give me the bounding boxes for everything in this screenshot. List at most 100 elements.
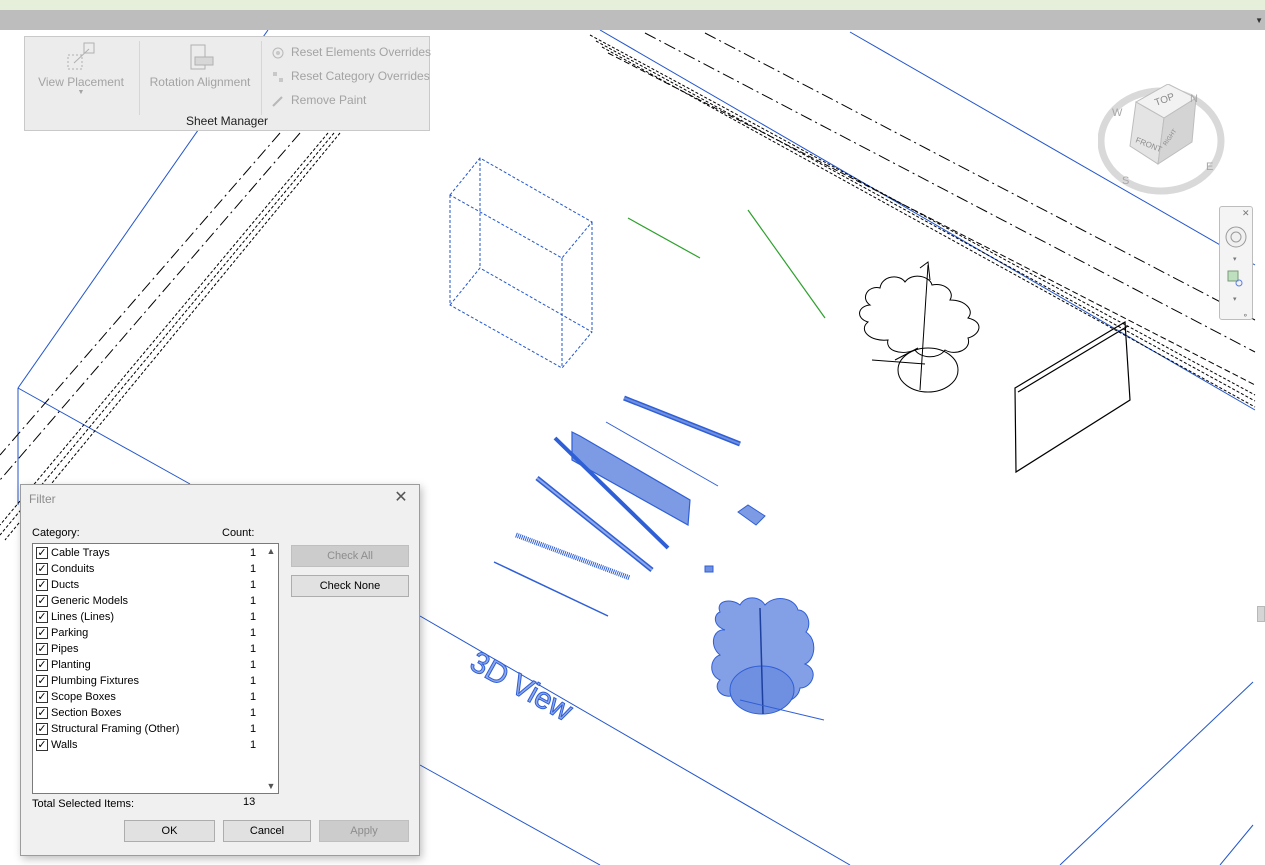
ribbon-panel-title: Sheet Manager bbox=[185, 114, 269, 128]
close-icon[interactable]: ✕ bbox=[1242, 208, 1250, 218]
category-name: Pipes bbox=[51, 643, 79, 655]
ribbon-divider bbox=[261, 41, 262, 115]
model-lines[interactable] bbox=[627, 209, 826, 319]
category-checkbox[interactable]: ✓ bbox=[36, 659, 48, 671]
view-tab-bar: ▼ bbox=[0, 10, 1265, 30]
category-count: 1 bbox=[250, 611, 257, 623]
apply-button[interactable]: Apply bbox=[319, 820, 409, 842]
dialog-title: Filter bbox=[29, 492, 56, 506]
category-row[interactable]: ✓ Walls 1 bbox=[33, 737, 265, 753]
rotation-alignment-label: Rotation Alignment bbox=[149, 75, 251, 89]
scroll-handle[interactable] bbox=[1257, 606, 1265, 622]
chevron-down-icon[interactable]: ▼ bbox=[264, 779, 278, 793]
category-checkbox[interactable]: ✓ bbox=[36, 563, 48, 575]
planting-unselected[interactable] bbox=[859, 261, 980, 393]
chevron-down-icon[interactable]: ▾ bbox=[1233, 256, 1237, 263]
category-row[interactable]: ✓ Parking 1 bbox=[33, 625, 265, 641]
category-row[interactable]: ✓ Conduits 1 bbox=[33, 561, 265, 577]
total-selected-value: 13 bbox=[243, 796, 256, 808]
category-row[interactable]: ✓ Plumbing Fixtures 1 bbox=[33, 673, 265, 689]
3d-view-label[interactable]: 3D View bbox=[464, 645, 579, 729]
category-count: 1 bbox=[250, 707, 257, 719]
category-count: 1 bbox=[250, 563, 257, 575]
steering-wheel-icon[interactable] bbox=[1225, 226, 1247, 248]
filter-dialog: Filter ✕ Category: Count: ✓ Cable Trays 1 ✓… bbox=[20, 484, 420, 856]
category-checkbox[interactable]: ✓ bbox=[36, 643, 48, 655]
category-checkbox[interactable]: ✓ bbox=[36, 691, 48, 703]
scope-box[interactable] bbox=[449, 157, 593, 369]
remove-paint-button[interactable]: Remove Paint bbox=[271, 90, 366, 110]
category-name: Ducts bbox=[51, 579, 80, 591]
category-checkbox[interactable]: ✓ bbox=[36, 579, 48, 591]
category-row[interactable]: ✓ Cable Trays 1 bbox=[33, 545, 265, 561]
category-count: 1 bbox=[250, 643, 257, 655]
category-count: 1 bbox=[250, 547, 257, 559]
reset-category-overrides-label: Reset Category Overrides bbox=[291, 69, 430, 83]
dropdown-arrow-icon[interactable]: ▼ bbox=[35, 89, 127, 96]
ok-button[interactable]: OK bbox=[124, 820, 215, 842]
category-count: 1 bbox=[250, 659, 257, 671]
category-row[interactable]: ✓ Ducts 1 bbox=[33, 577, 265, 593]
view-placement-icon bbox=[67, 42, 95, 70]
compass-west[interactable]: W bbox=[1112, 107, 1123, 119]
compass-east[interactable]: E bbox=[1206, 161, 1213, 173]
category-checkbox[interactable]: ✓ bbox=[36, 723, 48, 735]
category-checkbox[interactable]: ✓ bbox=[36, 611, 48, 623]
total-selected-label: Total Selected Items: bbox=[32, 798, 135, 810]
category-name: Scope Boxes bbox=[51, 691, 116, 703]
chevron-up-icon[interactable]: ▲ bbox=[264, 544, 278, 558]
category-checkbox[interactable]: ✓ bbox=[36, 547, 48, 559]
reset-category-icon bbox=[273, 71, 283, 82]
chevron-down-icon[interactable]: ▾ bbox=[1233, 296, 1237, 303]
dimension-lines-left bbox=[0, 132, 341, 541]
customize-icon[interactable]: ⚬ bbox=[1242, 311, 1249, 320]
view-cube[interactable]: TOP FRONT RIGHT W N E S bbox=[1097, 83, 1228, 199]
cancel-button[interactable]: Cancel bbox=[223, 820, 311, 842]
category-row[interactable]: ✓ Section Boxes 1 bbox=[33, 705, 265, 721]
category-name: Generic Models bbox=[51, 595, 129, 607]
reset-category-overrides-button[interactable]: Reset Category Overrides bbox=[271, 66, 430, 86]
category-checkbox[interactable]: ✓ bbox=[36, 675, 48, 687]
category-header: Category: bbox=[32, 527, 80, 539]
category-count: 1 bbox=[250, 675, 257, 687]
view-placement-button[interactable]: View Placement ▼ bbox=[35, 41, 127, 96]
category-checkbox[interactable]: ✓ bbox=[36, 627, 48, 639]
category-name: Structural Framing (Other) bbox=[51, 723, 180, 735]
navigation-bar: ✕ ▾ ▾ ⚬ bbox=[1219, 206, 1253, 320]
category-count: 1 bbox=[250, 723, 257, 735]
compass-south[interactable]: S bbox=[1122, 175, 1129, 187]
category-count: 1 bbox=[250, 579, 257, 591]
reset-elements-overrides-label: Reset Elements Overrides bbox=[291, 45, 432, 59]
paint-brush-icon bbox=[272, 96, 283, 107]
category-count: 1 bbox=[250, 739, 257, 751]
wall-element[interactable] bbox=[1014, 320, 1131, 474]
dropdown-arrow-icon[interactable]: ▼ bbox=[1255, 16, 1263, 25]
selected-elements[interactable]: 3D View bbox=[464, 395, 825, 729]
sheet-manager-ribbon-panel: View Placement ▼ Rotation Alignment Rese… bbox=[24, 36, 431, 131]
ribbon-divider bbox=[139, 41, 140, 115]
category-row[interactable]: ✓ Structural Framing (Other) 1 bbox=[33, 721, 265, 737]
category-row[interactable]: ✓ Scope Boxes 1 bbox=[33, 689, 265, 705]
rotation-alignment-button[interactable]: Rotation Alignment bbox=[145, 41, 255, 89]
list-scrollbar[interactable]: ▲ ▼ bbox=[264, 544, 278, 793]
category-row[interactable]: ✓ Lines (Lines) 1 bbox=[33, 609, 265, 625]
close-icon[interactable]: ✕ bbox=[391, 488, 411, 508]
reset-elements-overrides-button[interactable]: Reset Elements Overrides bbox=[271, 42, 431, 62]
compass-north[interactable]: N bbox=[1190, 93, 1198, 105]
category-row[interactable]: ✓ Pipes 1 bbox=[33, 641, 265, 657]
category-list[interactable]: ✓ Cable Trays 1 ✓ Conduits 1 ✓ Ducts 1 ✓ Generic M… bbox=[32, 543, 279, 794]
category-row[interactable]: ✓ Planting 1 bbox=[33, 657, 265, 673]
count-header: Count: bbox=[222, 527, 255, 539]
category-count: 1 bbox=[250, 691, 257, 703]
reset-elements-icon bbox=[272, 47, 284, 59]
check-none-button[interactable]: Check None bbox=[291, 575, 409, 597]
category-checkbox[interactable]: ✓ bbox=[36, 707, 48, 719]
category-checkbox[interactable]: ✓ bbox=[36, 739, 48, 751]
category-name: Section Boxes bbox=[51, 707, 122, 719]
zoom-icon[interactable] bbox=[1227, 270, 1239, 282]
view-placement-label: View Placement bbox=[38, 75, 124, 89]
check-all-button[interactable]: Check All bbox=[291, 545, 409, 567]
remove-paint-label: Remove Paint bbox=[291, 93, 367, 107]
category-row[interactable]: ✓ Generic Models 1 bbox=[33, 593, 265, 609]
category-checkbox[interactable]: ✓ bbox=[36, 595, 48, 607]
